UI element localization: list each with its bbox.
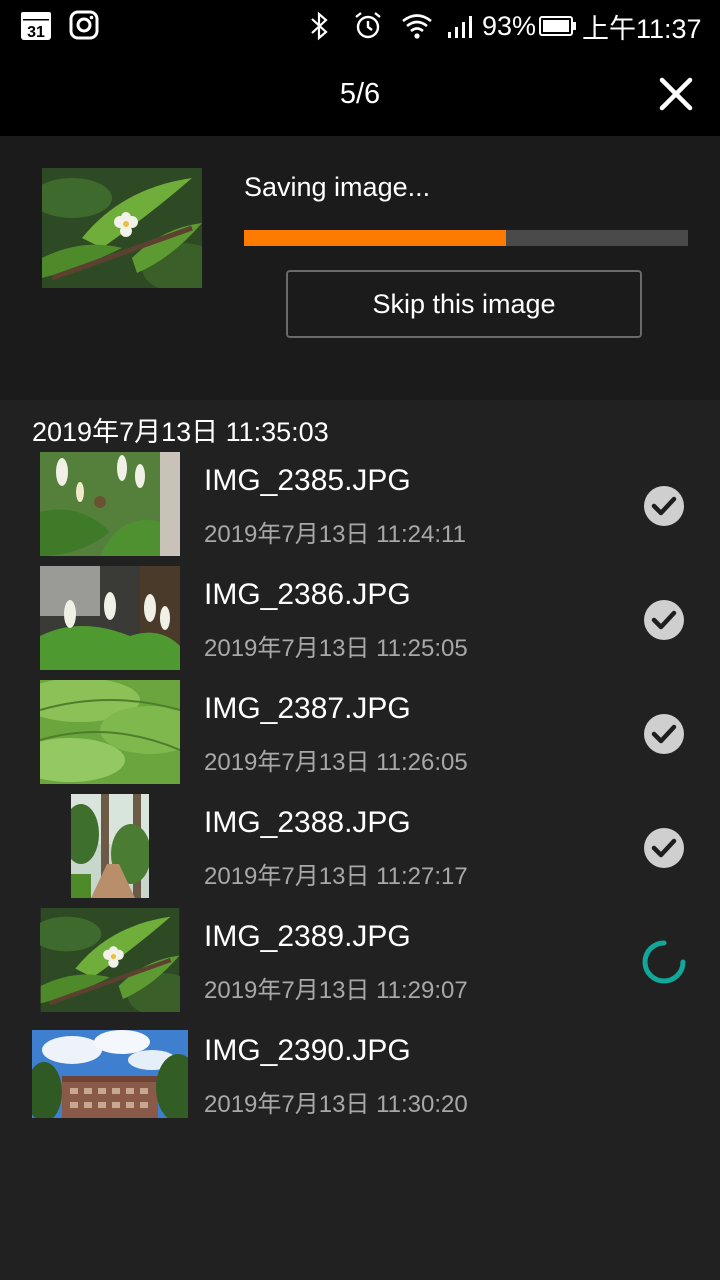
item-thumbnail — [30, 680, 190, 784]
saving-progress-bar — [244, 230, 688, 246]
list-item[interactable]: IMG_2386.JPG 2019年7月13日 11:25:05 — [0, 566, 720, 680]
item-filename: IMG_2389.JPG — [204, 920, 411, 953]
battery-percent: 93% — [482, 10, 537, 41]
instagram-icon — [68, 9, 100, 46]
check-icon — [640, 824, 688, 872]
item-thumbnail — [30, 908, 190, 1012]
status-bar: 31 93% 上午11:37 — [0, 0, 720, 52]
list-item[interactable]: IMG_2389.JPG 2019年7月13日 11:29:07 — [0, 908, 720, 1022]
item-filename: IMG_2386.JPG — [204, 578, 411, 611]
list-item[interactable]: IMG_2385.JPG 2019年7月13日 11:24:11 — [0, 452, 720, 566]
list-item[interactable]: IMG_2387.JPG 2019年7月13日 11:26:05 — [0, 680, 720, 794]
close-icon — [659, 77, 693, 111]
skip-image-button[interactable]: Skip this image — [286, 270, 642, 338]
signal-icon — [446, 0, 478, 52]
status-time: 上午11:37 — [582, 13, 702, 44]
bluetooth-icon — [308, 0, 332, 52]
item-timestamp: 2019年7月13日 11:24:11 — [204, 521, 466, 548]
item-timestamp: 2019年7月13日 11:26:05 — [204, 749, 468, 776]
saving-status-text: Saving image... — [244, 172, 431, 202]
battery-icon — [538, 0, 578, 52]
list-item[interactable]: IMG_2390.JPG 2019年7月13日 11:30:20 — [0, 1022, 720, 1136]
item-filename: IMG_2387.JPG — [204, 692, 411, 725]
check-icon — [640, 596, 688, 644]
check-icon — [640, 482, 688, 530]
item-filename: IMG_2390.JPG — [204, 1034, 411, 1067]
image-list: 2019年7月13日 11:35:03 IMG_2385.JPG 2019年7月… — [0, 400, 720, 1280]
item-thumbnail — [30, 452, 190, 556]
item-timestamp: 2019年7月13日 11:29:07 — [204, 977, 468, 1004]
list-item[interactable]: IMG_2388.JPG 2019年7月13日 11:27:17 — [0, 794, 720, 908]
group-date-header: 2019年7月13日 11:35:03 — [32, 417, 329, 447]
page-counter: 5/6 — [339, 78, 381, 110]
saving-panel: Saving image... Skip this image — [0, 136, 720, 400]
item-thumbnail — [30, 566, 190, 670]
svg-text:31: 31 — [27, 24, 45, 41]
close-button[interactable] — [650, 69, 702, 119]
item-timestamp: 2019年7月13日 11:30:20 — [204, 1091, 468, 1118]
alarm-icon — [352, 0, 384, 52]
item-filename: IMG_2385.JPG — [204, 464, 411, 497]
item-filename: IMG_2388.JPG — [204, 806, 411, 839]
loading-spinner-icon — [640, 938, 688, 986]
item-thumbnail — [30, 794, 190, 898]
calendar-icon: 31 — [20, 9, 52, 46]
saving-progress-fill — [244, 230, 506, 246]
item-timestamp: 2019年7月13日 11:25:05 — [204, 635, 468, 662]
item-timestamp: 2019年7月13日 11:27:17 — [204, 863, 468, 890]
check-icon — [640, 710, 688, 758]
wifi-icon — [400, 0, 434, 52]
item-thumbnail — [32, 1022, 188, 1126]
current-image-thumbnail — [42, 168, 202, 288]
header-bar: 5/6 — [0, 52, 720, 136]
